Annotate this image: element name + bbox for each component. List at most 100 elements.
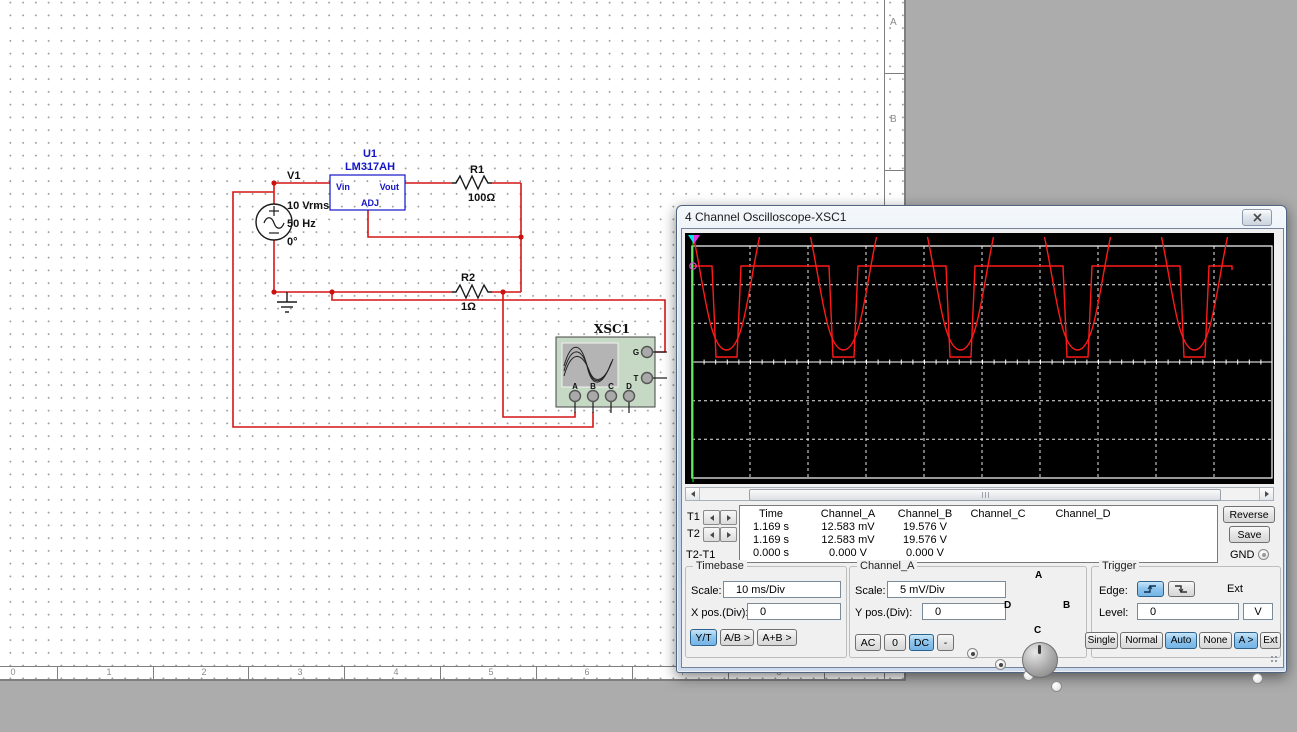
r2-value: 1Ω [461,301,476,313]
timebase-xpos-label: X pos.(Div): [691,607,748,619]
close-button[interactable] [1242,209,1272,226]
t2-right-button[interactable] [720,527,737,542]
t2-channel-d [1040,534,1126,547]
arrow-left-icon [710,515,714,521]
gnd-radio[interactable] [1258,549,1269,560]
display-scrollbar[interactable] [685,487,1274,501]
col-header-channel-d: Channel_D [1040,508,1126,521]
thumb-grip-icon [988,492,989,498]
scroll-left-button[interactable] [686,488,700,500]
resistor-r2[interactable] [452,285,492,298]
scope-panel: T1 T2 T2-T1 Time Channel_A Channel_B Cha… [681,228,1284,668]
pin-label-adj: ADJ [361,198,379,208]
terminal-d[interactable] [624,391,635,402]
coupling-minus-button[interactable]: - [937,634,954,651]
channel-scale-input[interactable]: 5 mV/Div [887,581,1006,598]
scrollbar-thumb[interactable] [749,489,1221,501]
t1-right-button[interactable] [720,510,737,525]
window-titlebar[interactable]: 4 Channel Oscilloscope-XSC1 [677,206,1286,227]
trigger-caption: Trigger [1099,560,1139,572]
dt-channel-c [956,547,1040,560]
knob-label-c: C [1034,625,1041,636]
thumb-grip-icon [985,492,986,498]
pin-label-vin: Vin [336,182,350,192]
oscilloscope-icon-xsc1[interactable]: A B C D G T [556,337,667,413]
channel-ypos-label: Y pos.(Div): [855,607,912,619]
timebase-xpos-input[interactable]: 0 [747,603,841,620]
coupling-ac-button[interactable]: AC [855,634,881,651]
terminal-c-label: C [608,382,614,391]
channel-d-active-radio[interactable] [1051,681,1062,692]
trigger-ext-button[interactable]: Ext [1260,632,1281,649]
timebase-scale-label: Scale: [691,585,722,597]
timebase-caption: Timebase [693,560,747,572]
col-header-channel-b: Channel_B [894,508,956,521]
trigger-ext-radio[interactable] [1252,673,1263,684]
terminal-a-label: A [572,382,578,391]
trigger-rising-edge-button[interactable] [1137,581,1164,597]
measurement-table: Time Channel_A Channel_B Channel_C Chann… [739,505,1218,563]
channel-select-knob[interactable] [1022,642,1058,678]
rising-edge-icon [1143,584,1158,594]
gnd-label: GND [1230,549,1254,561]
trigger-a-button[interactable]: A > [1234,632,1258,649]
oscilloscope-window[interactable]: 4 Channel Oscilloscope-XSC1 [676,205,1287,673]
dt-time: 0.000 s [740,547,802,560]
r2-refdes: R2 [461,272,475,284]
t1-channel-d [1040,521,1126,534]
u1-refdes: U1 [363,148,377,160]
channel-ypos-input[interactable]: 0 [922,603,1006,620]
timebase-scale-input[interactable]: 10 ms/Div [723,581,841,598]
reverse-button[interactable]: Reverse [1223,506,1275,523]
arrow-left-icon [691,491,695,497]
scope-display[interactable] [685,233,1274,484]
arrow-right-icon [727,532,731,538]
terminal-t[interactable] [642,373,653,384]
t1-left-button[interactable] [703,510,720,525]
terminal-a[interactable] [570,391,581,402]
trigger-normal-button[interactable]: Normal [1120,632,1163,649]
channel-b-active-radio[interactable] [995,659,1006,670]
resistor-r1[interactable] [452,176,492,189]
t2-time: 1.169 s [740,534,802,547]
coupling-dc-button[interactable]: DC [909,634,934,651]
multisim-workspace: A B 0 1 2 3 4 5 6 7 8 [0,0,1297,732]
trigger-falling-edge-button[interactable] [1168,581,1195,597]
trigger-none-button[interactable]: None [1199,632,1232,649]
trigger-auto-button[interactable]: Auto [1165,632,1197,649]
pin-label-vout: Vout [380,182,399,192]
t2-left-button[interactable] [703,527,720,542]
resize-grip-icon[interactable] [1270,655,1279,664]
knob-label-b: B [1063,600,1070,611]
a-plus-b-mode-button[interactable]: A+B > [757,629,797,646]
dt-channel-b: 0.000 V [894,547,956,560]
table-header-row: Time Channel_A Channel_B Channel_C Chann… [740,508,1217,521]
regulator-u1[interactable]: Vin Vout ADJ [330,175,405,210]
trigger-level-input[interactable]: 0 [1137,603,1239,620]
t1-channel-c [956,521,1040,534]
terminal-b[interactable] [588,391,599,402]
yt-mode-button[interactable]: Y/T [690,629,717,646]
terminal-g[interactable] [642,347,653,358]
coupling-zero-button[interactable]: 0 [884,634,906,651]
t1-channel-b: 19.576 V [894,521,956,534]
dt-channel-d [1040,547,1126,560]
terminal-t-label: T [634,374,639,383]
save-button[interactable]: Save [1229,526,1270,543]
scroll-right-button[interactable] [1259,488,1273,500]
table-row-t2-t1: 0.000 s 0.000 V 0.000 V [740,547,1217,560]
v1-rms: 10 Vrms [287,200,329,212]
ground-symbol[interactable] [277,292,297,312]
channel-a-active-radio[interactable] [967,648,978,659]
terminal-c[interactable] [606,391,617,402]
t1-label: T1 [687,511,700,523]
u1-part-label: LM317AH [345,161,395,173]
scope-graticule [685,233,1274,484]
window-title: 4 Channel Oscilloscope-XSC1 [685,210,846,224]
ab-mode-button[interactable]: A/B > [720,629,754,646]
channel-scale-label: Scale: [855,585,886,597]
close-icon [1253,213,1262,222]
terminal-g-label: G [633,348,639,357]
falling-edge-icon [1174,584,1189,594]
trigger-single-button[interactable]: Single [1085,632,1118,649]
